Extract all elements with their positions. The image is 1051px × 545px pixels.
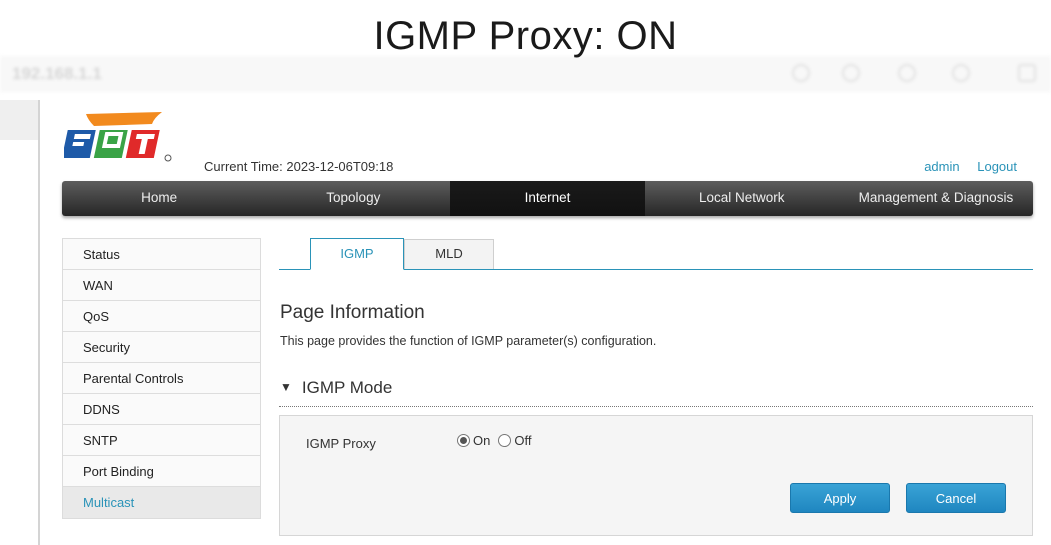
user-links: admin Logout [910,159,1017,174]
nav-topology[interactable]: Topology [256,181,450,216]
igmp-mode-section-header[interactable]: ▼ IGMP Mode [280,378,392,398]
divider [38,100,40,545]
apply-button[interactable]: Apply [790,483,890,513]
section-title: IGMP Mode [301,378,393,397]
sidebar-item-parental-controls[interactable]: Parental Controls [63,363,260,394]
sidebar-item-sntp[interactable]: SNTP [63,425,260,456]
sidebar-item-qos[interactable]: QoS [63,301,260,332]
radio-on[interactable] [457,434,470,447]
nav-management-diagnosis[interactable]: Management & Diagnosis [839,181,1033,216]
bookmark-icon [898,64,916,82]
main-nav: Home Topology Internet Local Network Man… [62,181,1033,216]
section-divider [279,406,1033,407]
sidebar-item-status[interactable]: Status [63,239,260,270]
logout-link[interactable]: Logout [977,159,1017,174]
caption-title: IGMP Proxy: ON [373,14,678,58]
nav-home[interactable]: Home [62,181,256,216]
radio-off-label: Off [514,433,532,448]
tab-mld[interactable]: MLD [404,239,494,269]
radio-on-label: On [473,433,491,448]
admin-link[interactable]: admin [924,159,959,174]
nav-internet[interactable]: Internet [450,181,645,216]
sidebar-item-security[interactable]: Security [63,332,260,363]
extension-icon [952,64,970,82]
radio-off[interactable] [498,434,512,447]
sidebar: Status WAN QoS Security Parental Control… [62,238,261,519]
fpt-logo [64,112,172,162]
igmp-mode-form: IGMP Proxy On Off Apply Cancel [279,415,1033,536]
browser-icon [792,64,810,82]
screenshot: IGMP Proxy: ON 192.168.1.1 Current Time:… [0,0,1051,545]
tab-igmp[interactable]: IGMP [310,238,404,270]
collapse-triangle-icon: ▼ [280,380,292,394]
page-info-title: Page Information [280,302,425,323]
sidebar-toggle-icon [1018,64,1036,82]
sidebar-item-ddns[interactable]: DDNS [63,394,260,425]
zoom-icon [842,64,860,82]
sidebar-item-port-binding[interactable]: Port Binding [63,456,260,487]
browser-url: 192.168.1.1 [12,64,102,83]
browser-address-bar: 192.168.1.1 [0,56,1051,92]
sidebar-item-multicast[interactable]: Multicast [63,487,260,518]
browser-side-strip [0,100,38,140]
igmp-proxy-radio-group: On Off [457,433,539,448]
page-info-description: This page provides the function of IGMP … [280,334,657,348]
igmp-proxy-label: IGMP Proxy [306,436,376,451]
sidebar-item-wan[interactable]: WAN [63,270,260,301]
current-time: Current Time: 2023-12-06T09:18 [204,159,394,174]
nav-local-network[interactable]: Local Network [645,181,839,216]
cancel-button[interactable]: Cancel [906,483,1006,513]
